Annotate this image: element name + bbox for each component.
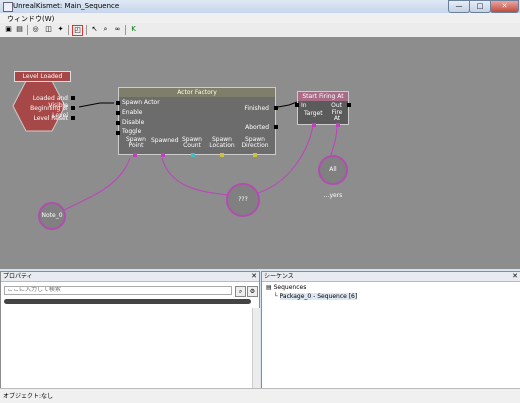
zoom-icon[interactable]: ⌕ xyxy=(101,25,110,34)
pin-spawn-direction[interactable] xyxy=(253,153,257,157)
sequences-root[interactable]: ▤ Sequences xyxy=(266,284,306,291)
event-pin-2[interactable] xyxy=(71,116,75,120)
event-output-2: Level Reset xyxy=(33,115,68,122)
var-node-note[interactable]: Note_0 xyxy=(38,202,66,230)
input-toggle: Toggle xyxy=(122,128,142,135)
var-node-unknown-label: ??? xyxy=(238,196,248,203)
fit-icon[interactable]: ◰ xyxy=(72,25,83,36)
output-out: Out xyxy=(331,102,342,109)
actor-factory-node[interactable]: Actor Factory Spawn Actor Enable Disable… xyxy=(116,87,278,157)
kismet-canvas[interactable]: Level Loaded Loaded and Visible Beginnin… xyxy=(0,37,520,269)
pin-spawn-actor[interactable] xyxy=(116,101,120,105)
search-icon[interactable]: ⌕ xyxy=(235,286,246,297)
properties-search-input[interactable] xyxy=(4,286,232,295)
pin-toggle[interactable] xyxy=(116,131,120,135)
wire-loaded xyxy=(78,102,114,108)
var-node-unknown[interactable]: ??? xyxy=(226,183,260,217)
properties-panel: プロパティ ✕ ⌕ ⚙ xyxy=(0,271,260,393)
properties-scrollbar[interactable] xyxy=(252,308,260,393)
var-node-players[interactable]: All ...yers xyxy=(318,155,348,199)
sequences-root-label: Sequences xyxy=(273,284,307,291)
menu-bar: ウィンドウ(W) xyxy=(0,13,520,23)
event-label[interactable]: Level Loaded xyxy=(14,71,71,82)
parent-icon[interactable]: ◫ xyxy=(44,25,53,34)
input-disable: Disable xyxy=(122,119,145,126)
pin-spawn-location[interactable] xyxy=(220,153,224,157)
actor-factory-title: Actor Factory xyxy=(119,88,275,97)
start-firing-title: Start Firing At xyxy=(298,92,348,101)
var-fire-at: Fire At xyxy=(331,109,343,122)
folder-icon: ▤ xyxy=(266,284,272,291)
event-pin-1[interactable] xyxy=(71,106,75,110)
properties-title: プロパティ xyxy=(3,273,33,280)
kismet-window: UnrealKismet: Main_Sequence — □ ✕ ウィンドウ(… xyxy=(0,0,520,403)
var-target: Target xyxy=(304,110,323,117)
event-pin-0[interactable] xyxy=(71,96,75,100)
maximize-button[interactable]: □ xyxy=(469,0,491,13)
var-spawn-point: Spawn Point xyxy=(125,136,146,149)
status-text: オブジェクト:なし xyxy=(3,393,54,400)
sequences-close-icon[interactable]: ✕ xyxy=(512,272,518,281)
pointer-icon[interactable]: ↖ xyxy=(90,25,99,34)
wire-spawned xyxy=(161,157,229,196)
minimize-button[interactable]: — xyxy=(448,0,470,13)
sequence-child-label: Package_0 - Sequence [6] xyxy=(279,293,358,300)
close-button[interactable]: ✕ xyxy=(490,0,519,13)
output-finished: Finished xyxy=(244,105,269,112)
properties-close-icon[interactable]: ✕ xyxy=(251,272,257,281)
pin-spawn-count[interactable] xyxy=(191,153,195,157)
wire-fireat xyxy=(330,124,338,156)
tree-branch-icon: └ xyxy=(274,293,278,300)
search-icon[interactable]: ◎ xyxy=(31,25,40,34)
sequences-header: シーケンス ✕ xyxy=(262,272,520,282)
pin-disable[interactable] xyxy=(116,121,120,125)
toolbar: ▣ ▤ ◎ ◫ ✦ ◰ ↖ ⌕ ∞ K xyxy=(0,23,520,38)
pin-target[interactable] xyxy=(312,123,316,127)
pin-aborted[interactable] xyxy=(274,125,278,129)
var-spawned: Spawned xyxy=(151,137,179,144)
sequences-panel: シーケンス ✕ ▤ Sequences └ Package_0 - Sequen… xyxy=(261,271,520,389)
var-spawn-direction: Spawn Direction xyxy=(241,136,269,149)
sequence-child[interactable]: └ Package_0 - Sequence [6] xyxy=(274,293,358,300)
output-aborted: Aborted xyxy=(245,124,269,131)
options-icon[interactable]: ⚙ xyxy=(247,286,258,297)
pin-in[interactable] xyxy=(295,103,299,107)
pin-enable[interactable] xyxy=(116,111,120,115)
var-spawn-location: Spawn Location xyxy=(209,136,235,149)
save-icon[interactable]: ▣ xyxy=(4,25,13,34)
input-enable: Enable xyxy=(122,109,143,116)
var-spawn-count: Spawn Count xyxy=(181,136,202,149)
app-icon xyxy=(3,2,13,12)
properties-category-bar xyxy=(4,299,251,304)
pin-spawn-point[interactable] xyxy=(133,153,137,157)
title-bar: UnrealKismet: Main_Sequence — □ ✕ xyxy=(0,0,520,13)
open-icon[interactable]: ▤ xyxy=(15,25,24,34)
start-firing-node[interactable]: Start Firing At In Out Target Fire At xyxy=(295,91,351,127)
wire-spawnpoint xyxy=(53,157,131,216)
hide-icon[interactable]: ✦ xyxy=(56,25,65,34)
kismet-icon[interactable]: K xyxy=(129,25,138,34)
var-node-note-label: Note_0 xyxy=(41,212,63,219)
pin-spawned[interactable] xyxy=(161,153,165,157)
pin-fire-at[interactable] xyxy=(336,123,340,127)
var-node-players-label: All ...yers xyxy=(323,166,343,199)
input-spawn-actor: Spawn Actor xyxy=(122,99,160,106)
sequences-title: シーケンス xyxy=(264,273,294,280)
properties-header: プロパティ ✕ xyxy=(1,272,259,282)
link-icon[interactable]: ∞ xyxy=(113,25,122,34)
status-bar: オブジェクト:なし xyxy=(0,388,520,403)
pin-out[interactable] xyxy=(347,103,351,107)
input-in: In xyxy=(301,102,307,109)
pin-finished[interactable] xyxy=(274,106,278,110)
window-title: UnrealKismet: Main_Sequence xyxy=(13,2,120,10)
